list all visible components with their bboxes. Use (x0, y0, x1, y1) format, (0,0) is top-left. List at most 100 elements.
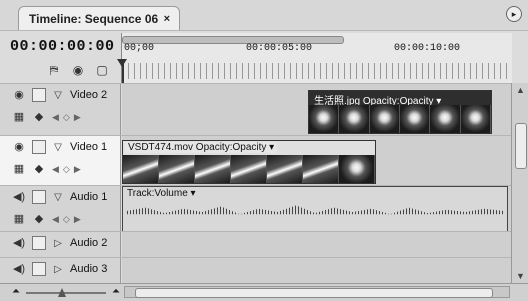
lock-toggle[interactable] (32, 88, 46, 102)
eye-icon[interactable]: ◉ (12, 140, 26, 154)
keyframe-icon[interactable]: ▢ (94, 62, 110, 78)
bottom-bar: ⏶ ⏶ (0, 283, 528, 301)
track-header-video-2[interactable]: ◉ ▽ Video 2 ▦ ◆ ◀ ◇ ▶ (0, 84, 121, 136)
track-audio-3: ◀) ▷ Audio 3 (0, 257, 528, 284)
track-name: Video 2 (70, 89, 108, 101)
eye-icon[interactable]: ◉ (12, 88, 26, 102)
track-lane-audio-2[interactable] (122, 232, 511, 258)
horizontal-scroll-thumb[interactable] (135, 288, 493, 298)
track-header-video-1[interactable]: ◉ ▽ Video 1 ▦ ◆ ◀ ◇ ▶ (0, 136, 121, 186)
current-timecode[interactable]: 00:00:00:00 (10, 38, 115, 55)
ruler-ticks (122, 63, 512, 79)
ruler-label-0: 00;00 (124, 43, 155, 54)
clip-label: Track:Volume ▾ (127, 188, 196, 199)
collapse-expand-icon[interactable]: ▽ (52, 90, 64, 101)
prev-keyframe-icon[interactable]: ◀ (52, 214, 59, 225)
speaker-icon[interactable]: ◀) (12, 190, 26, 204)
track-name: Audio 3 (70, 263, 108, 275)
clip-label: VSDT474.mov Opacity:Opacity ▾ (125, 142, 278, 153)
thumbnail (231, 155, 267, 183)
lock-toggle[interactable] (32, 236, 46, 250)
track-audio-2: ◀) ▷ Audio 2 (0, 231, 528, 258)
add-keyframe-icon[interactable]: ◇ (63, 214, 70, 225)
next-keyframe-icon[interactable]: ▶ (74, 112, 81, 123)
zoom-slider[interactable]: ⏶ ⏶ (12, 286, 120, 299)
next-keyframe-icon[interactable]: ▶ (74, 164, 81, 175)
speaker-icon[interactable]: ◀) (12, 262, 26, 276)
ruler-label-5s: 00:00:05:00 (246, 43, 313, 54)
next-keyframe-icon[interactable]: ▶ (74, 214, 81, 225)
playhead[interactable] (122, 59, 124, 83)
thumbnail (159, 155, 195, 183)
thumbnail (303, 155, 339, 183)
prev-keyframe-icon[interactable]: ◀ (52, 164, 59, 175)
track-name: Audio 1 (70, 191, 108, 203)
add-keyframe-icon[interactable]: ◇ (63, 112, 70, 123)
track-lane-video-2[interactable]: 生活照.jpg Opacity:Opacity ▾ (122, 84, 511, 136)
scroll-down-icon[interactable]: ▼ (516, 271, 525, 281)
clip-photo-jpg[interactable]: 生活照.jpg Opacity:Opacity ▾ (308, 90, 492, 134)
thumbnail (430, 105, 461, 133)
tab-timeline-sequence[interactable]: Timeline: Sequence 06 × (18, 6, 180, 30)
track-video-1: ◉ ▽ Video 1 ▦ ◆ ◀ ◇ ▶ VSDT474.mov Opacit… (0, 135, 528, 186)
track-lane-audio-3[interactable] (122, 258, 511, 284)
zoom-track (26, 292, 106, 294)
collapse-expand-icon[interactable]: ▽ (52, 192, 64, 203)
clip-thumbnails (309, 105, 491, 133)
collapse-expand-icon[interactable]: ▷ (52, 264, 64, 275)
waveform (127, 205, 503, 215)
track-name: Audio 2 (70, 237, 108, 249)
thumbnail (123, 155, 159, 183)
keyframe-nav: ◀ ◇ ▶ (52, 112, 81, 123)
thumbnail (195, 155, 231, 183)
zoom-out-icon[interactable]: ⏶ (12, 286, 20, 297)
prev-keyframe-icon[interactable]: ◀ (52, 112, 59, 123)
audio-clip[interactable]: Track:Volume ▾ (122, 186, 508, 232)
clip-thumbnails (123, 155, 375, 183)
track-header-audio-2[interactable]: ◀) ▷ Audio 2 (0, 232, 121, 258)
lock-toggle[interactable] (32, 262, 46, 276)
vertical-scroll-thumb[interactable] (515, 123, 527, 169)
keyframe-toggle-icon[interactable]: ◆ (32, 212, 46, 226)
thumbnail (399, 105, 431, 133)
thumbnail (309, 105, 340, 133)
track-header-audio-3[interactable]: ◀) ▷ Audio 3 (0, 258, 121, 284)
track-audio-1: ◀) ▽ Audio 1 ▦ ◆ ◀ ◇ ▶ Track:Volume ▾ (0, 185, 528, 232)
collapse-expand-icon[interactable]: ▷ (52, 238, 64, 249)
track-name: Video 1 (70, 141, 108, 153)
snap-icon[interactable]: ⛿ (46, 62, 62, 78)
display-style-icon[interactable]: ▦ (12, 110, 26, 124)
display-style-icon[interactable]: ▦ (12, 162, 26, 176)
marker-icon[interactable]: ◉ (70, 62, 86, 78)
ruler-label-10s: 00:00:10:00 (394, 43, 461, 54)
zoom-in-icon[interactable]: ⏶ (112, 286, 120, 297)
thumbnail (267, 155, 303, 183)
timeline-panel: Timeline: Sequence 06 × ▸ 00:00:00:00 ⛿ … (0, 0, 528, 301)
scroll-up-icon[interactable]: ▲ (516, 85, 525, 95)
thumbnail (339, 155, 375, 183)
horizontal-scrollbar[interactable] (124, 286, 510, 298)
add-keyframe-icon[interactable]: ◇ (63, 164, 70, 175)
clip-vsdt474-mov[interactable]: VSDT474.mov Opacity:Opacity ▾ (122, 140, 376, 184)
time-ruler[interactable]: 00;00 00:00:05:00 00:00:10:00 (117, 33, 512, 84)
lock-toggle[interactable] (32, 140, 46, 154)
keyframe-toggle-icon[interactable]: ◆ (32, 162, 46, 176)
thumbnail (369, 105, 400, 133)
thumbnail (339, 105, 370, 133)
keyframe-nav: ◀ ◇ ▶ (52, 164, 81, 175)
close-icon[interactable]: × (164, 7, 170, 31)
keyframe-toggle-icon[interactable]: ◆ (32, 110, 46, 124)
tab-title: Timeline: Sequence 06 (29, 12, 159, 26)
vertical-scrollbar[interactable]: ▲ ▼ (511, 83, 528, 283)
thumbnail (460, 105, 491, 133)
track-header-audio-1[interactable]: ◀) ▽ Audio 1 ▦ ◆ ◀ ◇ ▶ (0, 186, 121, 232)
collapse-expand-icon[interactable]: ▽ (52, 142, 64, 153)
speaker-icon[interactable]: ◀) (12, 236, 26, 250)
panel-menu-icon[interactable]: ▸ (506, 6, 522, 22)
display-style-icon[interactable]: ▦ (12, 212, 26, 226)
track-lane-audio-1[interactable]: Track:Volume ▾ (122, 186, 511, 232)
lock-toggle[interactable] (32, 190, 46, 204)
track-video-2: ◉ ▽ Video 2 ▦ ◆ ◀ ◇ ▶ 生活照.jpg Opacity:Op… (0, 83, 528, 136)
track-lane-video-1[interactable]: VSDT474.mov Opacity:Opacity ▾ (122, 136, 511, 186)
timeline-tools: ⛿ ◉ ▢ (46, 62, 110, 80)
